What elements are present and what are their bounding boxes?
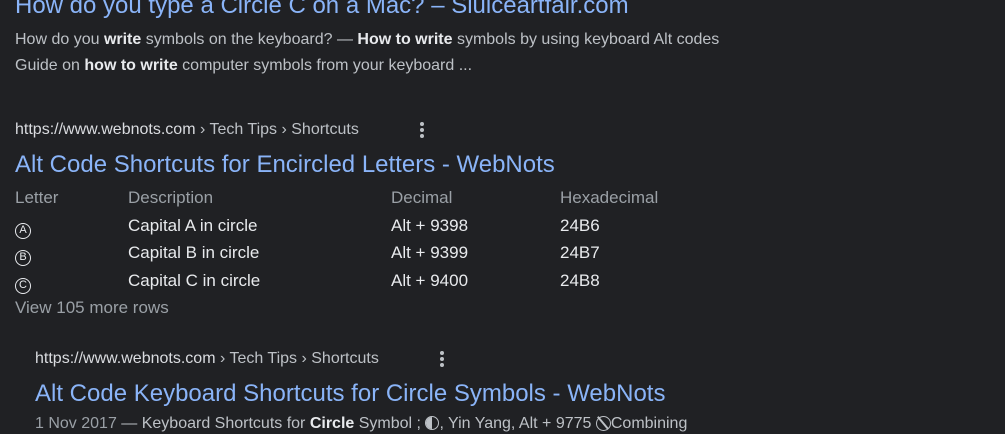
result-title-link[interactable]: How do you type a Circle C on a Mac? – S…: [15, 0, 629, 20]
table-cell-letter: A: [15, 215, 31, 239]
encircled-letter-icon: A: [15, 223, 31, 239]
cite-domain: https://www.webnots.com: [15, 121, 196, 138]
result-cite[interactable]: https://www.webnots.com › Tech Tips › Sh…: [15, 119, 359, 141]
combining-circle-slash-icon: [595, 416, 611, 431]
table-cell-decimal: Alt + 9400: [391, 271, 469, 290]
table-cell-letter: B: [15, 242, 31, 266]
table-cell-decimal: Alt + 9399: [391, 243, 469, 262]
table-header-decimal: Decimal: [391, 188, 453, 207]
yin-yang-icon: [425, 416, 440, 430]
table-header-letter: Letter: [15, 188, 59, 207]
table-cell-hexadecimal: 24B6: [560, 216, 600, 235]
table-header-hexadecimal: Hexadecimal: [560, 188, 659, 207]
table-cell-description: Capital B in circle: [128, 243, 260, 262]
view-more-rows-link[interactable]: View 105 more rows: [15, 297, 169, 319]
result-title-link[interactable]: Alt Code Keyboard Shortcuts for Circle S…: [35, 380, 665, 408]
table-cell-hexadecimal: 24B7: [560, 243, 600, 262]
table-cell-description: Capital C in circle: [128, 271, 261, 290]
cite-domain: https://www.webnots.com: [35, 350, 216, 367]
table-cell-decimal: Alt + 9398: [391, 216, 469, 235]
encircled-letter-icon: B: [15, 250, 31, 266]
more-vert-icon[interactable]: [420, 122, 424, 138]
result-date: 1 Nov 2017: [35, 415, 117, 432]
result-snippet: 1 Nov 2017 — Keyboard Shortcuts for Circ…: [35, 415, 688, 432]
table-cell-hexadecimal: 24B8: [560, 271, 600, 290]
cite-path: › Tech Tips › Shortcuts: [195, 121, 359, 138]
encircled-letter-icon: C: [15, 278, 31, 294]
table-cell-description: Capital A in circle: [128, 216, 258, 235]
search-results-page: How do you type a Circle C on a Mac? – S…: [0, 0, 1005, 434]
table-header-description: Description: [128, 188, 214, 207]
more-vert-icon[interactable]: [440, 351, 444, 367]
result-title-link[interactable]: Alt Code Shortcuts for Encircled Letters…: [15, 151, 555, 179]
table-cell-letter: C: [15, 270, 31, 294]
cite-path: › Tech Tips › Shortcuts: [215, 350, 379, 367]
result-cite[interactable]: https://www.webnots.com › Tech Tips › Sh…: [35, 348, 379, 370]
result-snippet: How do you write symbols on the keyboard…: [15, 31, 720, 74]
